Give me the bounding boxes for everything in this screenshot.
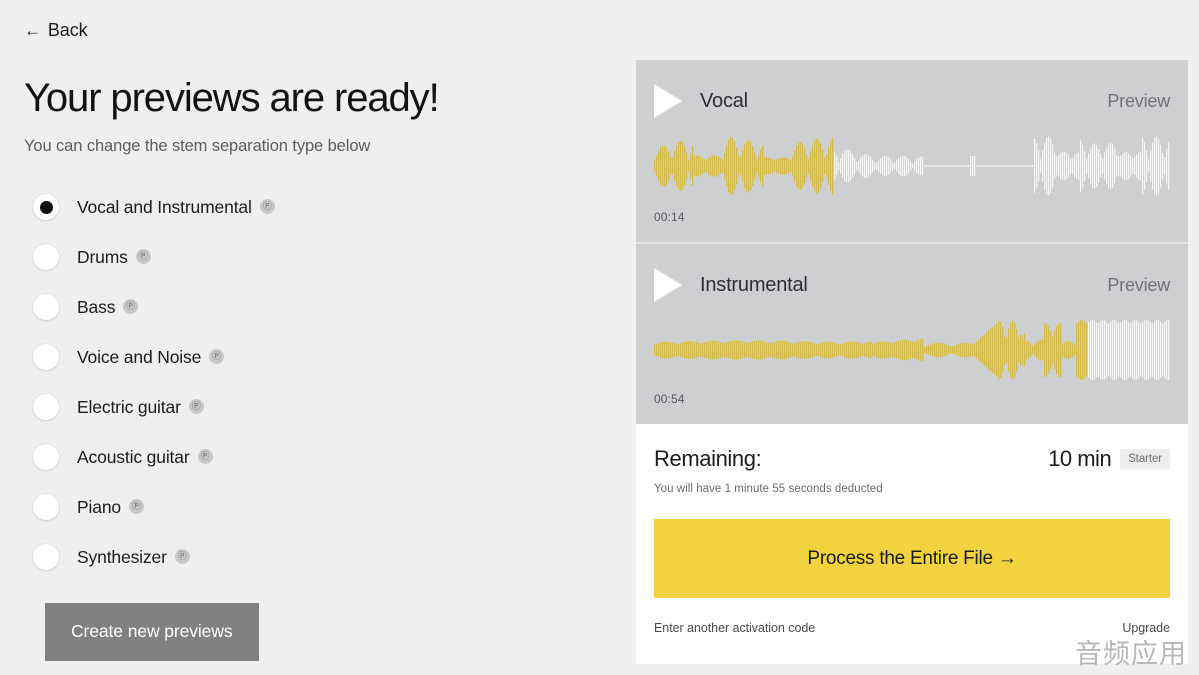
stem-name: Vocal	[700, 89, 748, 112]
summary-card: Remaining: 10 min Starter You will have …	[636, 424, 1188, 664]
radio-indicator	[33, 294, 59, 321]
right-panel: Vocal Preview 00:14 Instrumental Preview…	[636, 60, 1188, 664]
waveform-vocal[interactable]	[654, 134, 1170, 198]
back-button[interactable]: ← Back	[24, 20, 88, 41]
radio-label: Synthesizer	[77, 546, 167, 567]
radio-label: Drums	[77, 246, 128, 267]
deduction-note: You will have 1 minute 55 seconds deduct…	[654, 483, 883, 495]
plan-badge: Starter	[1120, 448, 1170, 470]
remaining-row: Remaining: 10 min Starter	[654, 446, 1170, 472]
pro-badge-icon: Ⓟ	[209, 348, 225, 364]
left-panel: ← Back Your previews are ready! You can …	[0, 0, 636, 675]
page-subtitle: You can change the stem separation type …	[24, 137, 371, 155]
preview-card-header: Vocal Preview	[654, 84, 1170, 118]
preview-label: Preview	[1107, 274, 1170, 295]
radio-indicator	[33, 494, 59, 521]
pro-badge-icon: Ⓟ	[197, 448, 213, 464]
play-icon[interactable]	[654, 84, 682, 118]
radio-option-synthesizer[interactable]: Synthesizer Ⓟ	[24, 532, 612, 582]
stem-duration: 00:54	[654, 392, 685, 406]
radio-label: Acoustic guitar	[77, 446, 190, 467]
radio-indicator	[33, 444, 59, 471]
pro-badge-icon: Ⓟ	[123, 298, 139, 314]
radio-label: Vocal and Instrumental	[77, 196, 252, 217]
preview-label: Preview	[1107, 90, 1170, 111]
play-icon[interactable]	[654, 268, 682, 302]
pro-badge-icon: Ⓟ	[129, 498, 145, 514]
radio-option-acoustic-guitar[interactable]: Acoustic guitar Ⓟ	[24, 432, 612, 482]
stem-type-radio-group: Vocal and Instrumental Ⓟ Drums Ⓟ Bass Ⓟ …	[24, 182, 612, 582]
summary-footer: Enter another activation code Upgrade	[654, 621, 1170, 635]
radio-label: Piano	[77, 496, 122, 517]
activation-code-link[interactable]: Enter another activation code	[654, 621, 815, 635]
radio-option-electric-guitar[interactable]: Electric guitar Ⓟ	[24, 382, 612, 432]
preview-card-vocal: Vocal Preview 00:14	[636, 60, 1188, 242]
page-title: Your previews are ready!	[24, 76, 440, 120]
radio-label: Voice and Noise	[77, 346, 202, 367]
pro-badge-icon: Ⓟ	[135, 248, 151, 264]
preview-card-header: Instrumental Preview	[654, 268, 1170, 302]
radio-indicator	[33, 344, 59, 371]
radio-indicator	[33, 194, 59, 221]
waveform-instrumental[interactable]	[654, 318, 1170, 382]
remaining-value-group: 10 min Starter	[1048, 446, 1170, 472]
radio-option-piano[interactable]: Piano Ⓟ	[24, 482, 612, 532]
back-label: Back	[47, 20, 88, 40]
radio-option-drums[interactable]: Drums Ⓟ	[24, 232, 612, 282]
pro-badge-icon: Ⓟ	[259, 198, 275, 214]
stem-name: Instrumental	[700, 273, 808, 296]
radio-indicator	[33, 544, 59, 571]
back-arrow-icon: ←	[24, 21, 41, 40]
radio-label: Bass	[77, 296, 116, 317]
pro-badge-icon: Ⓟ	[174, 548, 190, 564]
radio-indicator	[33, 394, 59, 421]
process-entire-file-button[interactable]: Process the Entire File →	[654, 519, 1170, 598]
remaining-label: Remaining:	[654, 446, 762, 471]
create-new-previews-button[interactable]: Create new previews	[45, 603, 259, 662]
remaining-value: 10 min	[1048, 446, 1112, 471]
radio-option-bass[interactable]: Bass Ⓟ	[24, 282, 612, 332]
preview-card-instrumental: Instrumental Preview 00:54	[636, 242, 1188, 424]
radio-option-vocal-and-instrumental[interactable]: Vocal and Instrumental Ⓟ	[24, 182, 612, 232]
radio-label: Electric guitar	[77, 396, 181, 417]
radio-indicator	[33, 244, 59, 271]
stem-duration: 00:14	[654, 210, 685, 224]
pro-badge-icon: Ⓟ	[188, 398, 204, 414]
upgrade-link[interactable]: Upgrade	[1122, 621, 1170, 635]
radio-option-voice-and-noise[interactable]: Voice and Noise Ⓟ	[24, 332, 612, 382]
